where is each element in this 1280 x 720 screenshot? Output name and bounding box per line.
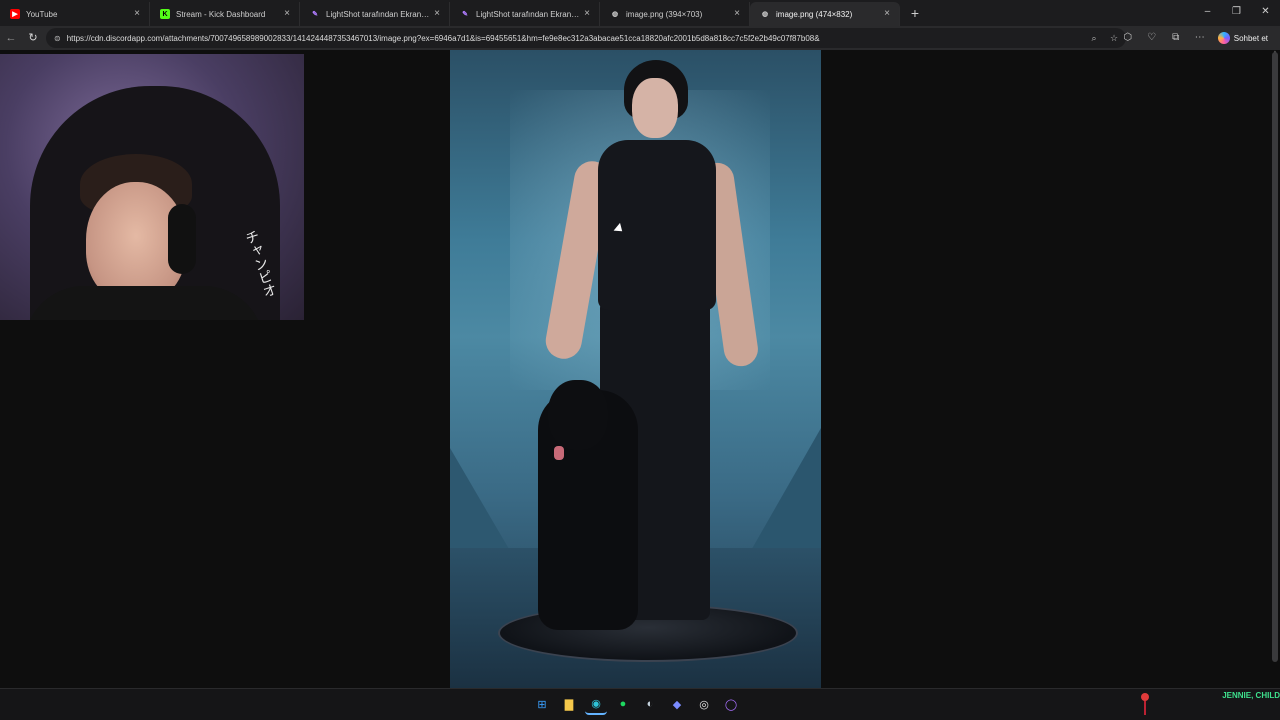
close-icon[interactable]: × [581, 8, 593, 20]
back-icon[interactable]: ← [0, 27, 22, 49]
tab-title: image.png (474×832) [776, 9, 853, 19]
maximize-button[interactable]: ❐ [1222, 0, 1251, 24]
extensions-icon[interactable]: ⬡ [1118, 28, 1138, 48]
dog-tongue [554, 446, 564, 460]
browser-toolbar: ← ↻ ⊜ https://cdn.discordapp.com/attachm… [0, 26, 1280, 50]
lightshot-icon: ✎ [312, 11, 318, 18]
webcam-overlay: チャンピオ [0, 54, 304, 320]
now-playing-text: JENNIE, CHILD [1222, 691, 1280, 700]
tab-youtube[interactable]: ▶ YouTube × [0, 2, 150, 26]
close-window-button[interactable]: ✕ [1251, 0, 1280, 24]
tray-pin-icon[interactable] [1140, 691, 1150, 717]
edge-icon[interactable]: ◉ [585, 693, 607, 715]
windows-start-icon[interactable]: ⊞ [531, 693, 553, 715]
new-tab-button[interactable]: + [904, 2, 926, 24]
browser-essentials-icon[interactable]: ♡ [1142, 28, 1162, 48]
copilot-label: Sohbet et [1233, 33, 1268, 43]
taskbar-apps: ⊞ ▇ ◉ ● ◐ ◆ ◎ ◯ [531, 693, 742, 715]
close-icon[interactable]: × [131, 8, 143, 20]
youtube-icon: ▶ [10, 9, 20, 19]
lightshot-icon: ✎ [462, 11, 468, 18]
character-torso [598, 140, 716, 310]
tab-image-474[interactable]: ◍ image.png (474×832) × [750, 2, 900, 26]
character-head [632, 78, 678, 138]
site-info-icon[interactable]: ⊜ [54, 34, 61, 43]
tab-image-394[interactable]: ◍ image.png (394×703) × [600, 2, 750, 26]
streamer-shirt [24, 286, 264, 320]
dog-head [548, 380, 608, 450]
tab-title: image.png (394×703) [626, 9, 703, 19]
close-icon[interactable]: × [431, 8, 443, 20]
taskbar: ⊞ ▇ ◉ ● ◐ ◆ ◎ ◯ JENNIE, CHILD [0, 688, 1280, 720]
obs-icon[interactable]: ◎ [693, 693, 715, 715]
tab-title: YouTube [26, 9, 58, 19]
headphones [168, 204, 196, 274]
minimize-button[interactable]: – [1193, 0, 1222, 24]
zoom-icon[interactable]: ⌕ [1086, 30, 1102, 46]
reload-icon[interactable]: ↻ [22, 27, 44, 49]
twitch-icon[interactable]: ◯ [720, 693, 742, 715]
tab-title: LightShot tarafından Ekran Görüntüsü [326, 9, 431, 19]
copilot-button[interactable]: Sohbet et [1214, 32, 1272, 44]
collections-icon[interactable]: ⧉ [1166, 28, 1186, 48]
tab-title: LightShot tarafından Ekran Görüntüsü [476, 9, 581, 19]
tab-lightshot-1[interactable]: ✎ LightShot tarafından Ekran Görüntüsü × [300, 2, 450, 26]
tab-title: Stream - Kick Dashboard [176, 9, 266, 19]
displayed-image[interactable] [450, 50, 821, 688]
discord-icon[interactable]: ◆ [666, 693, 688, 715]
address-bar[interactable]: ⊜ https://cdn.discordapp.com/attachments… [46, 28, 1126, 48]
globe-icon: ◍ [761, 11, 769, 18]
more-menu-icon[interactable]: ⋯ [1190, 28, 1210, 48]
file-explorer-icon[interactable]: ▇ [558, 693, 580, 715]
close-icon[interactable]: × [731, 8, 743, 20]
vertical-scrollbar[interactable] [1272, 52, 1278, 662]
tab-lightshot-2[interactable]: ✎ LightShot tarafından Ekran Görüntüsü × [450, 2, 600, 26]
url-text[interactable]: https://cdn.discordapp.com/attachments/7… [67, 34, 820, 43]
steam-icon[interactable]: ◐ [639, 693, 661, 715]
kick-icon: K [160, 9, 170, 19]
copilot-icon [1217, 32, 1230, 44]
tab-kick-dashboard[interactable]: K Stream - Kick Dashboard × [150, 2, 300, 26]
globe-icon: ◍ [611, 11, 619, 18]
tab-strip: ▶ YouTube × K Stream - Kick Dashboard × … [0, 0, 1280, 26]
close-icon[interactable]: × [881, 8, 893, 20]
spotify-icon[interactable]: ● [612, 693, 634, 715]
window-controls: – ❐ ✕ [1193, 0, 1280, 24]
close-icon[interactable]: × [281, 8, 293, 20]
mountain-right [741, 428, 821, 568]
